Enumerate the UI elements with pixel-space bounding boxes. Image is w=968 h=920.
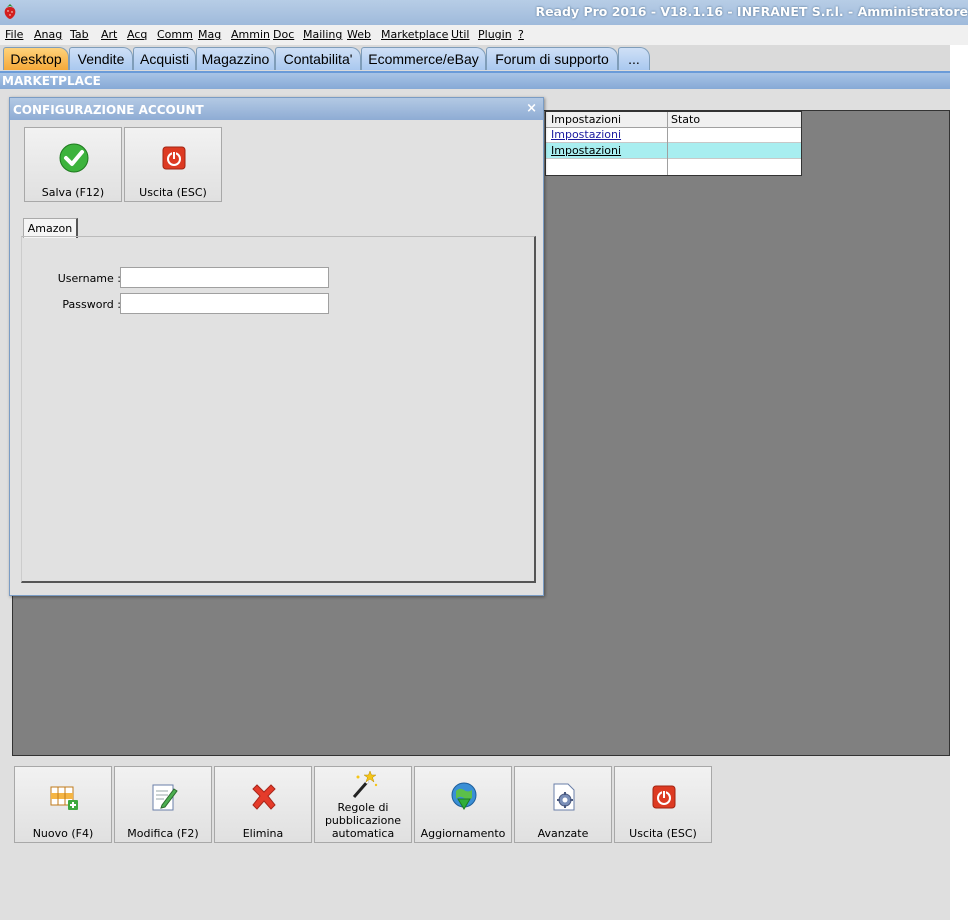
password-field[interactable]: [120, 293, 329, 314]
menu-tab[interactable]: Tab: [70, 28, 89, 41]
menu-bar: File Anag Tab Art Acq Comm Mag Ammin Doc…: [0, 25, 968, 45]
menu-help[interactable]: ?: [518, 28, 524, 41]
menu-ammin[interactable]: Ammin: [231, 28, 270, 41]
menu-web[interactable]: Web: [347, 28, 371, 41]
tab-ecommerce-ebay[interactable]: Ecommerce/eBay: [361, 47, 486, 70]
edit-icon: [152, 784, 178, 811]
menu-comm[interactable]: Comm: [157, 28, 193, 41]
title-bar: Ready Pro 2016 - V18.1.16 - INFRANET S.r…: [0, 0, 968, 25]
menu-marketplace[interactable]: Marketplace: [381, 28, 448, 41]
close-icon[interactable]: ×: [526, 101, 537, 116]
modifica-label: Modifica (F2): [127, 827, 199, 840]
power-icon: [652, 785, 676, 809]
nuovo-button[interactable]: Nuovo (F4): [14, 766, 112, 843]
tab-forum-di-supporto[interactable]: Forum di supporto: [486, 47, 618, 70]
aggiornamento-button[interactable]: Aggiornamento: [414, 766, 512, 843]
grid-header: Impostazioni Stato: [546, 112, 801, 128]
menu-util[interactable]: Util: [451, 28, 469, 41]
avanzate-label: Avanzate: [537, 827, 589, 840]
password-label: Password :: [62, 298, 121, 311]
magic-wand-icon: [352, 770, 378, 798]
username-field[interactable]: [120, 267, 329, 288]
delete-icon: [252, 784, 276, 810]
uscita-label: Uscita (ESC): [629, 827, 697, 840]
regole-pubblicazione-button[interactable]: Regole di pubblicazione automatica: [314, 766, 412, 843]
configurazione-account-dialog: CONFIGURAZIONE ACCOUNT × Salva (F12) Usc…: [9, 97, 544, 596]
section-title: MARKETPLACE: [0, 73, 950, 89]
table-row-selected[interactable]: Impostazioni: [546, 143, 801, 159]
elimina-button[interactable]: Elimina: [214, 766, 312, 843]
impostazioni-link[interactable]: Impostazioni: [551, 127, 621, 142]
update-globe-icon: [451, 782, 477, 810]
table-row[interactable]: Impostazioni: [546, 127, 801, 143]
tab-desktop[interactable]: Desktop: [3, 47, 69, 70]
modifica-button[interactable]: Modifica (F2): [114, 766, 212, 843]
menu-art[interactable]: Art: [101, 28, 117, 41]
aggiornamento-label: Aggiornamento: [420, 827, 506, 840]
menu-doc[interactable]: Doc: [273, 28, 294, 41]
salva-button[interactable]: Salva (F12): [24, 127, 122, 202]
power-icon: [162, 146, 186, 170]
dialog-uscita-label: Uscita (ESC): [139, 186, 207, 199]
column-divider: [667, 112, 668, 175]
menu-mag[interactable]: Mag: [198, 28, 221, 41]
salva-label: Salva (F12): [41, 186, 105, 199]
tab-more[interactable]: ...: [618, 47, 650, 70]
impostazioni-link[interactable]: Impostazioni: [551, 143, 621, 158]
menu-mailing[interactable]: Mailing: [303, 28, 342, 41]
column-header-impostazioni[interactable]: Impostazioni: [551, 112, 621, 127]
amazon-tab-panel: Username : Password :: [21, 236, 536, 583]
tab-vendite[interactable]: Vendite: [69, 47, 133, 70]
account-grid: Impostazioni Stato Impostazioni Impostaz…: [545, 111, 802, 176]
dialog-title: CONFIGURAZIONE ACCOUNT: [10, 98, 543, 120]
menu-acq[interactable]: Acq: [127, 28, 147, 41]
strawberry-icon: [4, 4, 16, 19]
tab-magazzino[interactable]: Magazzino: [196, 47, 275, 70]
column-header-stato[interactable]: Stato: [671, 112, 700, 127]
tab-acquisti[interactable]: Acquisti: [133, 47, 196, 70]
uscita-button[interactable]: Uscita (ESC): [614, 766, 712, 843]
username-label: Username :: [57, 272, 121, 285]
check-icon: [59, 143, 89, 173]
menu-anag[interactable]: Anag: [34, 28, 62, 41]
tab-amazon[interactable]: Amazon: [23, 218, 78, 238]
new-grid-icon: [50, 786, 78, 810]
avanzate-button[interactable]: Avanzate: [514, 766, 612, 843]
settings-document-icon: [553, 783, 575, 811]
nuovo-label: Nuovo (F4): [32, 827, 94, 840]
menu-plugin[interactable]: Plugin: [478, 28, 512, 41]
window-title: Ready Pro 2016 - V18.1.16 - INFRANET S.r…: [535, 4, 968, 19]
table-row-empty[interactable]: [546, 159, 801, 175]
menu-file[interactable]: File: [5, 28, 23, 41]
dialog-uscita-button[interactable]: Uscita (ESC): [124, 127, 222, 202]
tab-contabilita[interactable]: Contabilita': [275, 47, 361, 70]
regole-label: Regole di pubblicazione automatica: [324, 801, 402, 840]
module-tab-bar: Desktop Vendite Acquisti Magazzino Conta…: [0, 45, 950, 73]
elimina-label: Elimina: [242, 827, 284, 840]
